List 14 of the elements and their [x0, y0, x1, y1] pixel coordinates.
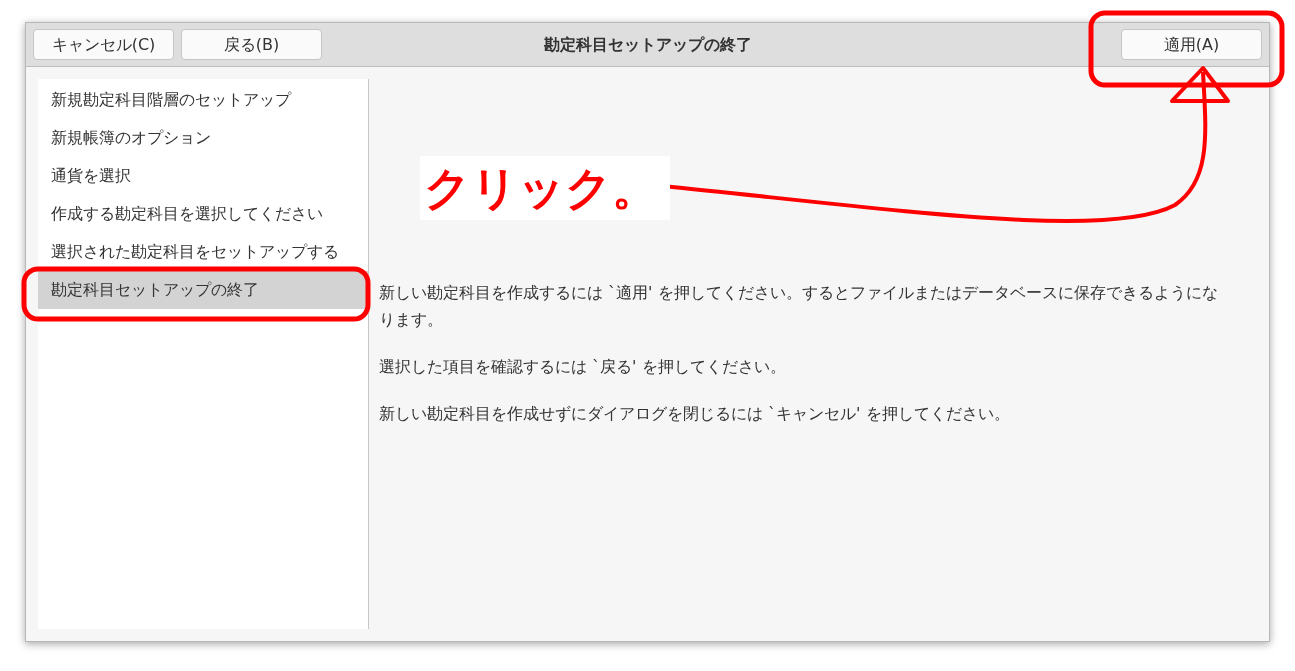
- window-title: 勘定科目セットアップの終了: [543, 33, 752, 56]
- dialog-button[interactable]: 適用(A): [1121, 29, 1262, 60]
- instruction-text: 選択した項目を確認するには `戻る' を押してください。: [379, 356, 787, 378]
- sidebar-item[interactable]: 勘定科目セットアップの終了: [38, 271, 368, 309]
- sidebar-item[interactable]: 新規帳簿のオプション: [38, 119, 368, 157]
- sidebar-item[interactable]: 通貨を選択: [38, 157, 368, 195]
- annotation-label: クリック。: [420, 156, 670, 220]
- dialog-button[interactable]: キャンセル(C): [33, 29, 174, 60]
- instruction-text: 新しい勘定科目を作成せずにダイアログを閉じるには `キャンセル' を押してください。: [379, 403, 1011, 425]
- dialog-button[interactable]: 戻る(B): [181, 29, 322, 60]
- sidebar-item[interactable]: 選択された勘定科目をセットアップする: [38, 233, 368, 271]
- sidebar-item[interactable]: 作成する勘定科目を選択してください: [38, 195, 368, 233]
- sidebar-item[interactable]: 新規勘定科目階層のセットアップ: [38, 81, 368, 119]
- instruction-text: 新しい勘定科目を作成するには `適用' を押してください。するとファイルまたはデータベースに保存できるようになります。: [379, 282, 1219, 331]
